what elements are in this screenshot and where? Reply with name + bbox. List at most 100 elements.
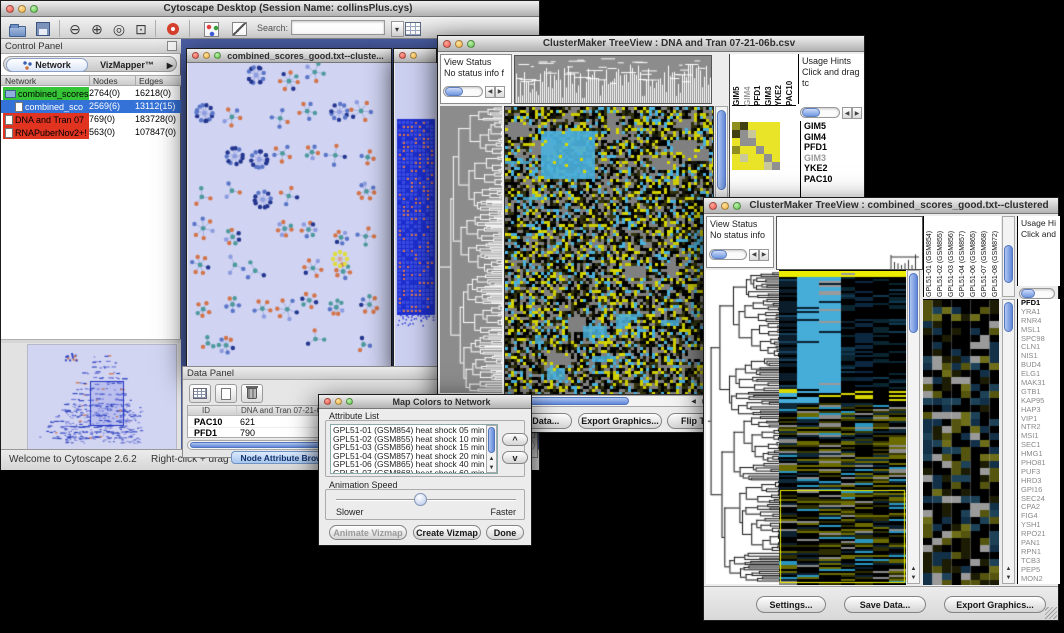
status-slider[interactable]: ◀▶ [709, 249, 769, 261]
minimize-button[interactable] [18, 5, 26, 13]
vizmapper-icon[interactable] [201, 20, 221, 38]
zoom-out-icon[interactable]: ⊖ [65, 20, 85, 38]
settings-button[interactable]: Settings... [756, 596, 826, 613]
export-graphics-button[interactable]: Export Graphics... [578, 413, 662, 429]
scroll-down-arrow[interactable]: ▼ [908, 574, 919, 582]
usage-slider[interactable]: ◀▶ [800, 107, 864, 119]
matrix-cell [748, 130, 756, 138]
close-button[interactable] [324, 398, 331, 405]
done-button[interactable]: Done [486, 525, 524, 540]
export-graphics-button[interactable]: Export Graphics... [944, 596, 1046, 613]
network-view-2-titlebar[interactable] [394, 49, 436, 63]
minimize-button[interactable] [721, 202, 729, 210]
matrix-cell [748, 162, 756, 170]
zoom-button[interactable] [214, 52, 221, 59]
search-input[interactable] [291, 20, 385, 35]
col-network[interactable]: Network [5, 76, 36, 86]
zoom-selected-icon[interactable]: ⊡ [131, 20, 151, 38]
move-down-button[interactable]: v [502, 451, 528, 464]
treeview-combined-titlebar[interactable]: ClusterMaker TreeView : combined_scores_… [704, 198, 1058, 214]
zoom-vscrollbar[interactable]: ▲ ▼ [1002, 299, 1015, 584]
scroll-down-arrow[interactable]: ▼ [486, 464, 497, 472]
network-canvas[interactable] [188, 63, 391, 371]
attribute-item[interactable]: GPL51-07 (GSM868) heat shock 60 min [333, 469, 495, 474]
scroll-left-arrow[interactable]: ◀ [688, 398, 699, 406]
animate-vizmap-button[interactable]: Animate Vizmap [329, 525, 407, 540]
network-list-row[interactable]: combined_scores2764(0)16218(0) [1, 87, 181, 100]
help-ring-icon[interactable] [163, 20, 183, 38]
scroll-up-arrow[interactable]: ▲ [908, 565, 919, 573]
open-folder-icon[interactable] [7, 20, 27, 38]
scrollbar-thumb[interactable] [1004, 302, 1013, 332]
scroll-up-arrow[interactable]: ▲ [486, 455, 497, 463]
zoom-button[interactable] [467, 40, 475, 48]
network-list-row[interactable]: RNAPuberNov2+!563(0)107847(0) [1, 126, 181, 139]
map-dialog-titlebar[interactable]: Map Colors to Network [319, 395, 531, 409]
matrix-cell [740, 122, 748, 130]
col-nodes[interactable]: Nodes [89, 76, 118, 86]
column-dendrogram[interactable] [514, 55, 712, 104]
slider-thumb[interactable] [414, 493, 427, 506]
heatmap-canvas[interactable] [504, 106, 714, 395]
minimize-button[interactable] [410, 52, 417, 59]
minimize-button[interactable] [335, 398, 342, 405]
tab-overflow-arrow[interactable]: ▶ [164, 58, 176, 72]
save-data-button[interactable]: Save Data... [844, 596, 926, 613]
close-button[interactable] [709, 202, 717, 210]
column-labels-scrollbar[interactable] [1002, 216, 1015, 297]
scrollbar-thumb[interactable] [1004, 245, 1013, 283]
zoom-button[interactable] [346, 398, 353, 405]
main-titlebar[interactable]: Cytoscape Desktop (Session Name: collins… [1, 1, 539, 17]
treeview-dna-titlebar[interactable]: ClusterMaker TreeView : DNA and Tran 07-… [438, 36, 864, 52]
matrix-cell [748, 138, 756, 146]
tab-vizmapper[interactable]: VizMapper™ [92, 58, 162, 72]
attribute-table-icon[interactable] [403, 20, 423, 38]
heatmap-canvas[interactable] [779, 270, 906, 585]
minimize-button[interactable] [203, 52, 210, 59]
scrollbar-thumb[interactable] [717, 110, 726, 190]
status-slider[interactable]: ◀▶ [443, 86, 507, 98]
scroll-up-arrow[interactable]: ▲ [1003, 565, 1014, 573]
scrollbar-thumb[interactable] [909, 273, 918, 333]
annotation-icon[interactable] [229, 20, 249, 38]
close-button[interactable] [443, 40, 451, 48]
matrix-row-label: PAC10 [804, 174, 864, 185]
minimize-button[interactable] [455, 40, 463, 48]
resize-grip[interactable] [1045, 607, 1057, 619]
gene-label[interactable]: MON2 [1021, 575, 1060, 584]
id-column-header[interactable]: ID [202, 406, 210, 415]
zoom-fit-icon[interactable]: ◎ [109, 20, 129, 38]
network-canvas-2[interactable] [395, 63, 437, 371]
scroll-down-arrow[interactable]: ▼ [1003, 574, 1014, 582]
scrollbar-thumb[interactable] [488, 427, 495, 453]
move-up-button[interactable]: ^ [502, 433, 528, 446]
similarity-matrix[interactable] [732, 122, 780, 170]
zoom-button[interactable] [30, 5, 38, 13]
float-panel-icon[interactable] [167, 41, 177, 51]
row-dendrogram[interactable] [706, 270, 779, 584]
save-icon[interactable] [33, 20, 53, 38]
network-list-row[interactable]: DNA and Tran 07769(0)183728(0) [1, 113, 181, 126]
network-overview-canvas[interactable] [27, 344, 177, 450]
col-edges[interactable]: Edges [135, 76, 163, 86]
row-dendrogram[interactable] [440, 106, 502, 393]
zoom-button[interactable] [733, 202, 741, 210]
tab-network[interactable]: Network [6, 58, 88, 72]
delete-attribute-icon[interactable] [241, 384, 263, 403]
attribute-list[interactable]: GPL51-01 (GSM854) heat shock 05 minGPL51… [330, 424, 498, 474]
new-attribute-icon[interactable] [215, 384, 237, 403]
value-column-header[interactable]: DNA and Tran 07-21-06 [236, 406, 326, 415]
matrix-cell [756, 122, 764, 130]
attribute-grid-icon[interactable] [189, 384, 211, 403]
matrix-cell [764, 138, 772, 146]
network-list-row[interactable]: combined_sco2569(6)13112(15) [1, 100, 181, 113]
network-view-titlebar[interactable]: combined_scores_good.txt--cluste... [187, 49, 391, 63]
close-button[interactable] [192, 52, 199, 59]
zoom-in-icon[interactable]: ⊕ [87, 20, 107, 38]
zoom-heatmap-canvas[interactable] [923, 299, 999, 585]
close-button[interactable] [6, 5, 14, 13]
close-button[interactable] [399, 52, 406, 59]
heatmap-vscrollbar[interactable]: ▲ ▼ [907, 270, 920, 584]
attribute-list-scrollbar[interactable]: ▲ ▼ [486, 425, 497, 473]
create-vizmap-button[interactable]: Create Vizmap [413, 525, 481, 540]
